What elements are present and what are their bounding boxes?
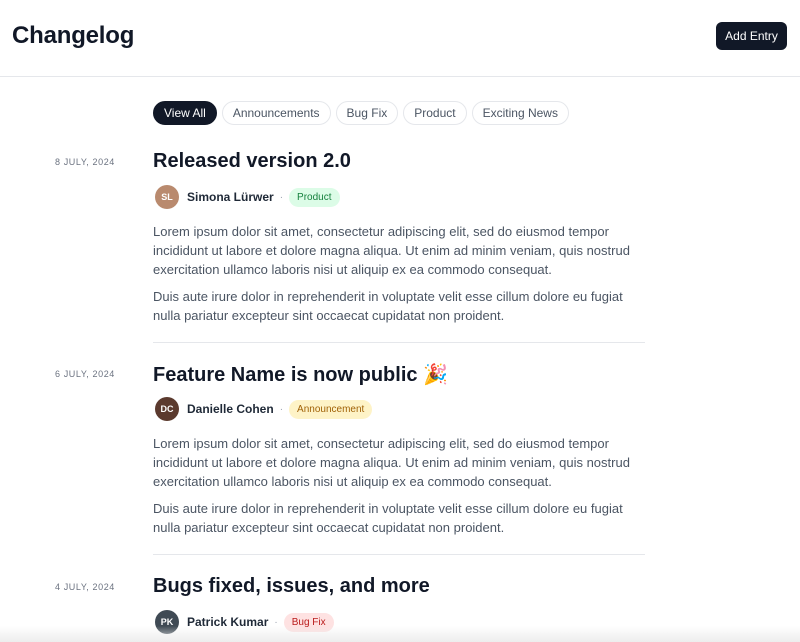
avatar-initials: SL xyxy=(161,192,173,202)
filter-view-all[interactable]: View All xyxy=(153,101,217,125)
entry-date: 6 JULY, 2024 xyxy=(55,369,115,379)
filter-bar: View All Announcements Bug Fix Product E… xyxy=(153,101,569,125)
entry-paragraph: Lorem ipsum dolor sit amet, consectetur … xyxy=(153,436,630,489)
filter-product[interactable]: Product xyxy=(403,101,467,125)
entry-meta: DC Danielle Cohen · Announcement xyxy=(155,397,373,421)
entry-paragraph: Duis aute irure dolor in reprehenderit i… xyxy=(153,289,623,323)
author-name: Simona Lürwer xyxy=(187,190,274,204)
entry-title: Released version 2.0 xyxy=(153,150,351,172)
add-entry-button[interactable]: Add Entry xyxy=(716,22,787,50)
divider xyxy=(153,554,645,555)
tag-badge: Product xyxy=(289,187,340,207)
avatar-initials: DC xyxy=(160,404,174,414)
author-name: Danielle Cohen xyxy=(187,402,274,416)
filter-exciting-news[interactable]: Exciting News xyxy=(471,101,569,125)
separator-dot: · xyxy=(279,191,284,203)
page-header: Changelog Add Entry xyxy=(0,0,800,77)
separator-dot: · xyxy=(279,403,284,415)
entry-meta: SL Simona Lürwer · Product xyxy=(155,185,340,209)
tag-badge: Announcement xyxy=(289,399,373,419)
entry-title: Feature Name is now public 🎉 xyxy=(153,364,448,386)
divider xyxy=(153,342,645,343)
filter-bug-fix[interactable]: Bug Fix xyxy=(335,101,399,125)
avatar: SL xyxy=(155,185,179,209)
filter-announcements[interactable]: Announcements xyxy=(221,101,331,125)
entry-paragraph: Duis aute irure dolor in reprehenderit i… xyxy=(153,501,623,535)
entry-title: Bugs fixed, issues, and more xyxy=(153,575,430,597)
entry-date: 8 JULY, 2024 xyxy=(55,157,115,167)
page-title: Changelog xyxy=(12,22,135,49)
entry-date: 4 JULY, 2024 xyxy=(55,582,115,592)
avatar: DC xyxy=(155,397,179,421)
entry-paragraph: Lorem ipsum dolor sit amet, consectetur … xyxy=(153,224,630,277)
scroll-fade xyxy=(0,626,800,642)
